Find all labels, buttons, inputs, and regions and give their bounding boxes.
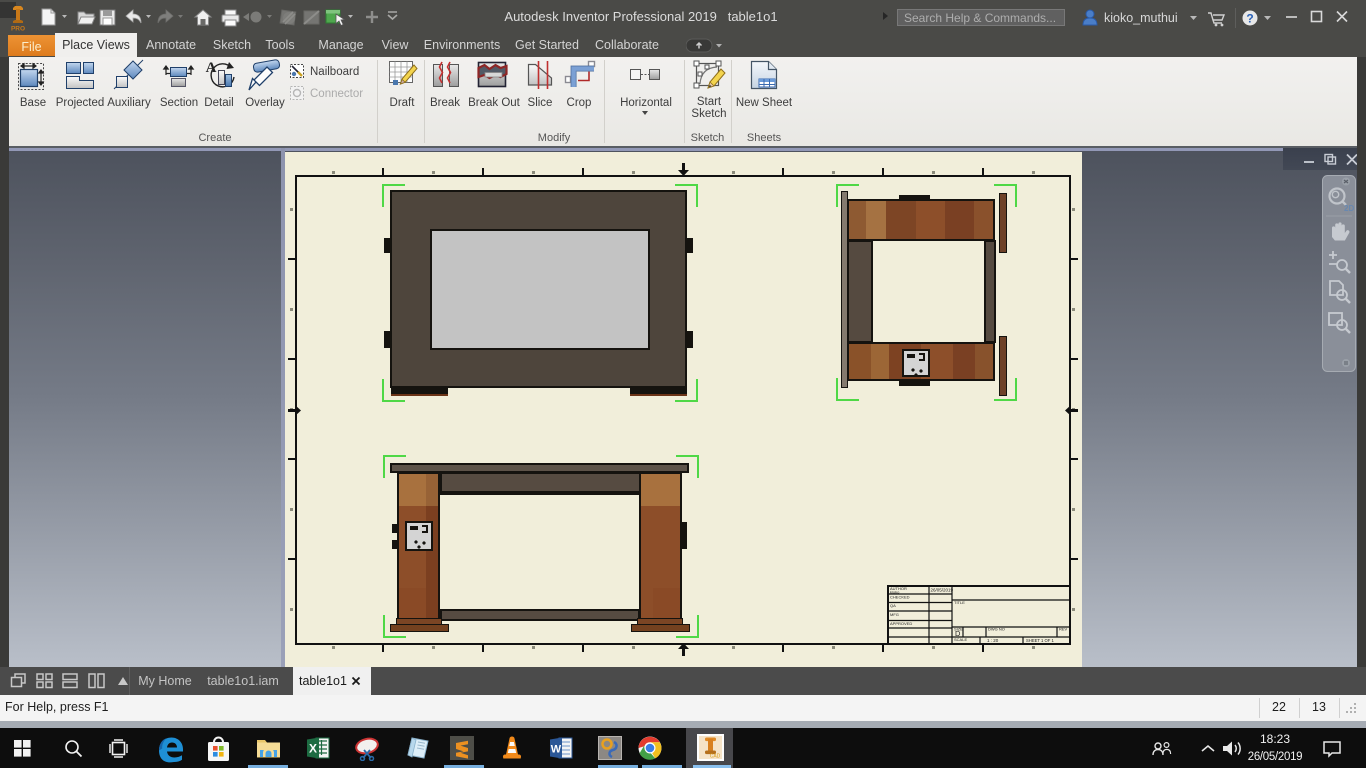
svg-text:D: D [955,629,961,638]
svg-text:1 : 20: 1 : 20 [987,638,999,643]
svg-text:MFG: MFG [890,612,899,617]
svg-text:W: W [551,744,562,756]
svg-text:CHECKED: CHECKED [890,595,910,600]
svg-text:2D: 2D [1344,204,1354,213]
svg-text:QA: QA [890,603,896,608]
svg-text:SHEET 1 OF 1: SHEET 1 OF 1 [1026,638,1055,643]
svg-text:APPROVED: APPROVED [890,621,912,626]
svg-text:TITLE: TITLE [954,600,965,605]
svg-text:X: X [309,742,317,756]
svg-text:REV: REV [1059,627,1068,632]
svg-text:?: ? [1246,12,1253,26]
svg-text:26/05/2019: 26/05/2019 [931,588,954,593]
svg-text:kioko_muthui: kioko_muthui [1104,11,1178,25]
svg-text:DWG NO: DWG NO [988,627,1005,632]
svg-text:CAD: CAD [710,754,721,760]
svg-text:PRO: PRO [11,26,25,33]
